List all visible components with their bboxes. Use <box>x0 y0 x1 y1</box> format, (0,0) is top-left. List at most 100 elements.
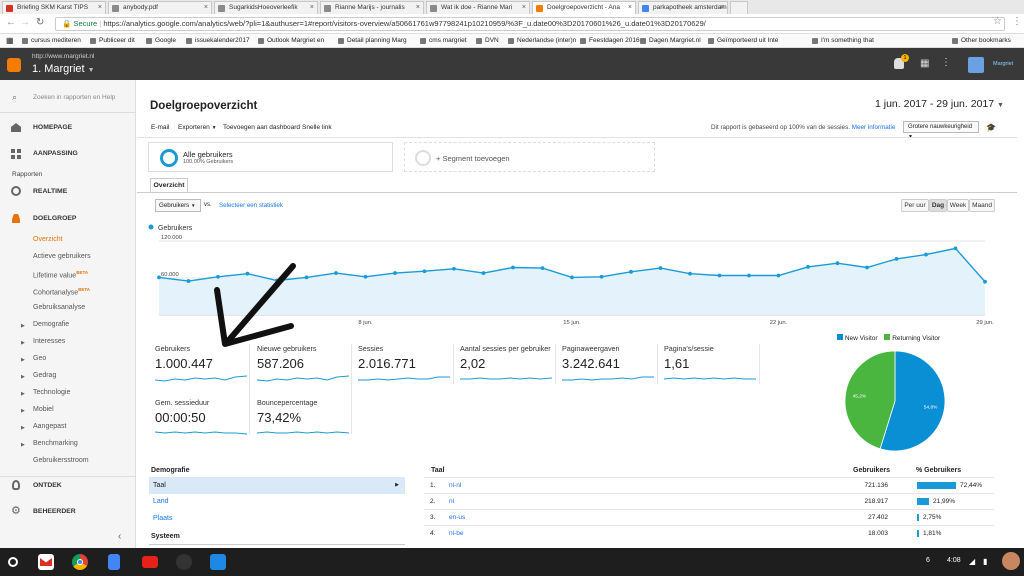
close-icon[interactable]: × <box>416 2 420 14</box>
metric-sessions[interactable]: Sessies 2.016.771 <box>358 344 453 384</box>
tab-overview[interactable]: Overzicht <box>150 178 188 193</box>
browser-tab[interactable]: Wat ik doe - Rianne Mari × <box>426 1 530 14</box>
more-info-link[interactable]: Meer informatie <box>852 124 896 131</box>
segment-card[interactable]: Alle gebruikers 100,00% Gebruikers <box>148 142 393 172</box>
bookmark[interactable]: cms margriet <box>420 34 467 48</box>
browser-tab[interactable]: parkapotheek amsterdam × <box>638 1 728 14</box>
shortcut-button[interactable]: Snelle link <box>302 124 332 131</box>
date-range-picker[interactable]: 1 jun. 2017 - 29 jun. 2017 ▼ <box>875 98 1004 110</box>
launcher-icon[interactable] <box>8 557 18 567</box>
add-segment-card[interactable]: + Segment toevoegen <box>404 142 655 172</box>
browser-tab[interactable]: Rianne Marijs - journalis × <box>320 1 424 14</box>
metric-avg-session-duration[interactable]: Gem. sessieduur 00:00:50 <box>155 398 250 438</box>
sidebar-item-cohort[interactable]: CohortanalyseBETA <box>33 287 133 296</box>
bookmark[interactable]: Nederlandse (inter)n <box>508 34 576 48</box>
back-icon[interactable]: ← <box>6 17 16 28</box>
gmail-icon[interactable] <box>38 554 54 570</box>
url-input[interactable]: 🔒 Secure | https://analytics.google.com/… <box>55 17 1005 31</box>
search-input[interactable]: Zoeken in rapporten en Help <box>33 94 115 101</box>
demo-item-country[interactable]: Land <box>153 498 169 505</box>
bookmark[interactable]: Detail planning Marg <box>338 34 407 48</box>
hourly-button[interactable]: Per uur <box>901 199 929 212</box>
more-icon[interactable]: ⋮ <box>941 57 951 68</box>
sidebar-item-technology[interactable]: Technologie <box>33 389 133 396</box>
select-statistic-link[interactable]: Selecteer een statistiek <box>219 202 283 209</box>
avatar[interactable] <box>1002 552 1020 570</box>
battery-icon[interactable]: ▮ <box>983 557 987 566</box>
demo-item-city[interactable]: Plaats <box>153 515 172 522</box>
browser-tab-active[interactable]: Doelgroepoverzicht - Ana × <box>532 1 636 14</box>
close-icon[interactable]: × <box>720 2 724 14</box>
day-button[interactable]: Dag <box>929 199 947 212</box>
sidebar-item-benchmarking[interactable]: Benchmarking <box>33 440 133 447</box>
reload-icon[interactable]: ↻ <box>36 17 44 28</box>
sidebar-item-custom[interactable]: Aangepast <box>33 423 133 430</box>
apps-grid-icon[interactable]: ▦ <box>920 58 929 69</box>
browser-tab[interactable]: Briefing SKM Karst TIPS × <box>2 1 106 14</box>
apps-icon[interactable]: ▦ <box>6 34 14 48</box>
sidebar-item-admin[interactable]: BEHEERDER <box>33 508 133 515</box>
youtube-icon[interactable] <box>142 556 158 568</box>
sidebar-item-discover[interactable]: ONTDEK <box>33 482 133 489</box>
metric-pageviews[interactable]: Paginaweergaven 3.242.641 <box>562 344 657 384</box>
browser-tab[interactable]: anybody.pdf × <box>108 1 212 14</box>
week-button[interactable]: Week <box>947 199 969 212</box>
table-row[interactable]: 1. nl-nl 721.136 72,44% <box>424 477 994 493</box>
menu-icon[interactable]: ⋮ <box>1012 16 1022 27</box>
files-icon[interactable] <box>210 554 226 570</box>
bookmark[interactable]: issuekalender2017 <box>186 34 250 48</box>
month-button[interactable]: Maand <box>969 199 995 212</box>
metric-new-users[interactable]: Nieuwe gebruikers 587.206 <box>257 344 352 384</box>
metric-bounce-rate[interactable]: Bouncepercentage 73,42% <box>257 398 352 438</box>
sidebar-item-behavior[interactable]: Gedrag <box>33 372 133 379</box>
bookmark[interactable]: Dagen Margriet.nl <box>640 34 701 48</box>
metric-users[interactable]: Gebruikers 1.000.447 <box>155 344 250 384</box>
sidebar-item-mobile[interactable]: Mobiel <box>33 406 133 413</box>
bookmark[interactable]: Geïmporteerd uit Inte <box>708 34 778 48</box>
close-icon[interactable]: × <box>204 2 208 14</box>
browser-tab[interactable]: SugarkidsHoeoverleefik × <box>214 1 318 14</box>
close-icon[interactable]: × <box>98 2 102 14</box>
table-row[interactable]: 2. nl 218.917 21,99% <box>424 493 994 509</box>
account-selector[interactable]: 1. Margriet ▼ <box>32 63 95 75</box>
email-button[interactable]: E-mail <box>151 124 169 131</box>
chrome-icon[interactable] <box>72 554 88 570</box>
language-link[interactable]: nl-nl <box>449 478 461 494</box>
precision-select[interactable]: Grotere nauwkeurigheid ▼ <box>903 121 979 140</box>
metric-select[interactable]: Gebruikers ▼ <box>155 199 201 212</box>
star-icon[interactable]: ☆ <box>993 16 1002 27</box>
bookmark[interactable]: cursus mediteren <box>22 34 81 48</box>
sidebar-item-lifetime-value[interactable]: Lifetime valueBETA <box>33 270 133 279</box>
table-row[interactable]: 3. en-us 27.402 2,75% <box>424 509 994 525</box>
bookmark[interactable]: Feestdagen 2016 <box>580 34 640 48</box>
language-link[interactable]: nl <box>449 494 454 510</box>
bookmark[interactable]: Outlook Margriet en <box>258 34 324 48</box>
demo-item-language[interactable]: Taal ▶ <box>149 477 405 494</box>
close-icon[interactable]: × <box>310 2 314 14</box>
sidebar-item-demographics[interactable]: Demografie <box>33 321 133 328</box>
graduation-cap-icon[interactable]: 🎓 <box>986 123 996 132</box>
forward-icon[interactable]: → <box>20 17 30 28</box>
table-row[interactable]: 4. nl-be 18.003 1,81% <box>424 525 994 541</box>
bookmark[interactable]: I'm something that <box>812 34 874 48</box>
metric-sessions-per-user[interactable]: Aantal sessies per gebruiker 2,02 <box>460 344 555 384</box>
notification-count[interactable]: 6 <box>926 557 930 564</box>
docs-icon[interactable] <box>108 554 120 570</box>
sidebar-item-geo[interactable]: Geo <box>33 355 133 362</box>
sidebar-item-interests[interactable]: Interesses <box>33 338 133 345</box>
language-link[interactable]: en-us <box>449 510 465 526</box>
new-tab-button[interactable] <box>730 1 748 14</box>
export-button[interactable]: Exporteren ▼ <box>178 124 217 131</box>
sidebar-item-users-flow[interactable]: Gebruikersstroom <box>33 457 133 464</box>
bookmark[interactable]: Google <box>146 34 176 48</box>
bookmark-other[interactable]: Other bookmarks <box>952 34 1011 48</box>
bookmark[interactable]: DVN <box>476 34 499 48</box>
close-icon[interactable]: × <box>522 2 526 14</box>
app-icon[interactable] <box>176 554 192 570</box>
wifi-icon[interactable]: ◢ <box>969 557 975 566</box>
collapse-sidebar-icon[interactable]: ‹ <box>118 531 121 542</box>
clock[interactable]: 4:08 <box>947 557 961 564</box>
bookmark[interactable]: Publiceer dit <box>90 34 135 48</box>
add-to-dashboard-button[interactable]: Toevoegen aan dashboard <box>223 124 300 131</box>
language-link[interactable]: nl-be <box>449 526 463 542</box>
